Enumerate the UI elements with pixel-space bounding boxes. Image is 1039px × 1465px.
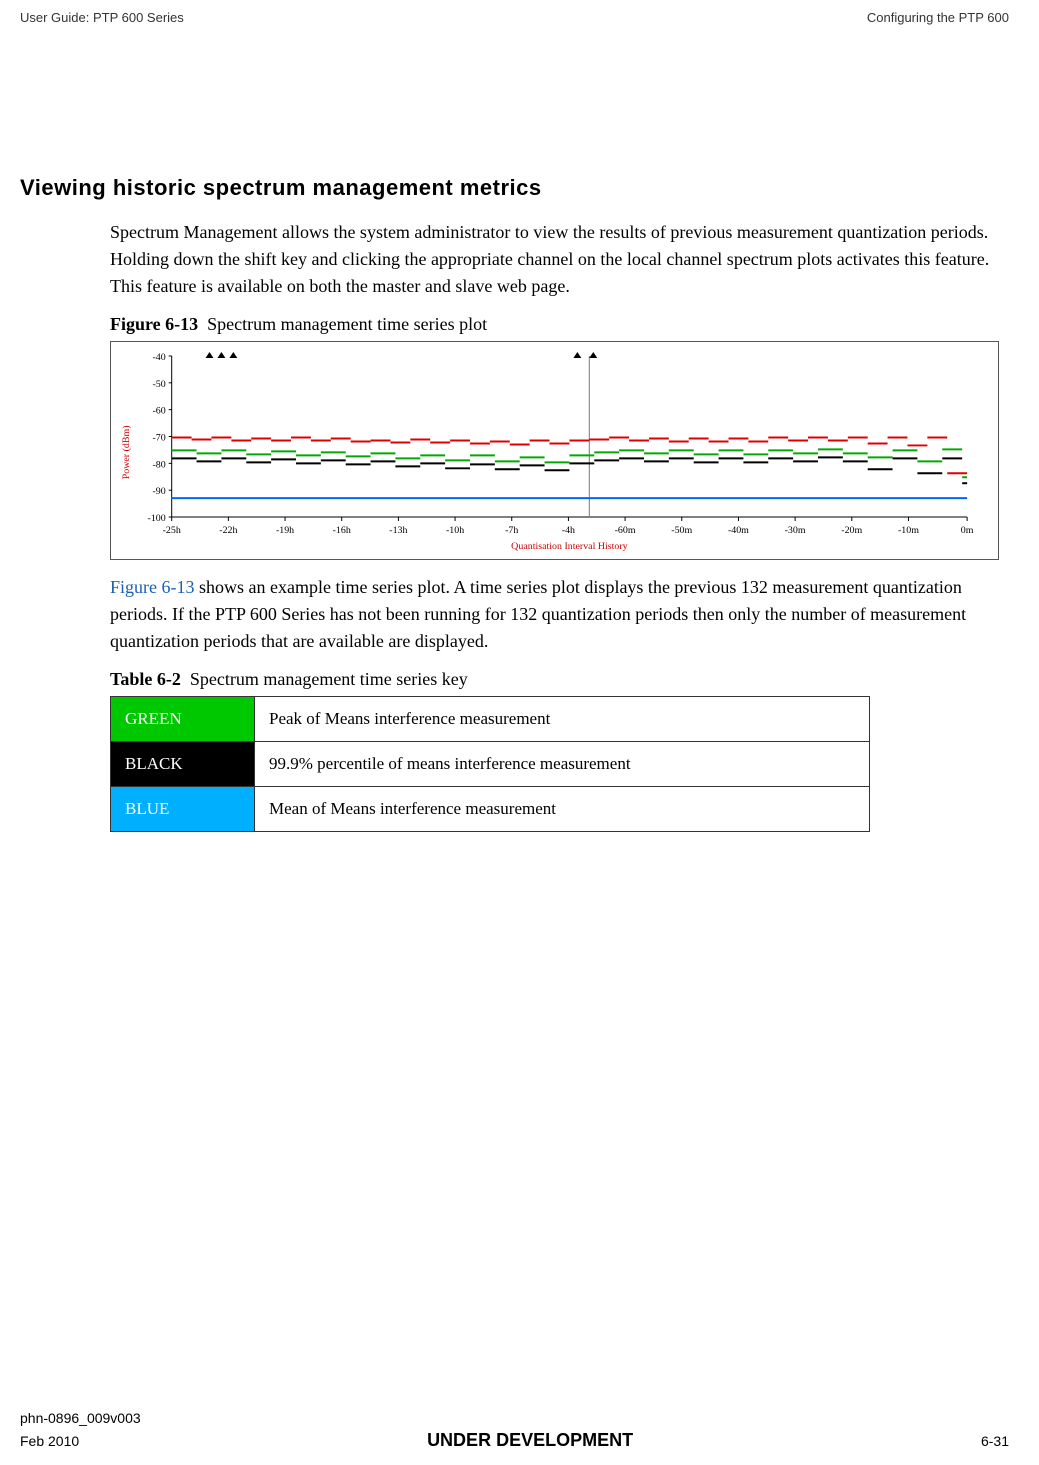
header-right: Configuring the PTP 600 [867,10,1009,25]
svg-text:-30m: -30m [785,525,806,536]
svg-text:-25h: -25h [163,525,181,536]
table-row: BLACK 99.9% percentile of means interfer… [111,741,870,786]
svg-text:-10h: -10h [446,525,464,536]
svg-text:-19h: -19h [276,525,294,536]
svg-text:-16h: -16h [333,525,351,536]
svg-text:-50: -50 [152,379,165,390]
footer-status: UNDER DEVELOPMENT [79,1430,981,1451]
chart-ylabel: Power (dBm) [121,425,132,479]
svg-text:-20m: -20m [841,525,862,536]
footer-doc-id: phn-0896_009v003 [20,1410,1009,1426]
time-series-chart: Power (dBm) -40 -50 -60 -70 -80 -90 -100 [117,348,992,557]
svg-text:-90: -90 [152,486,165,497]
svg-text:-80: -80 [152,459,165,470]
para-after-figure: Figure 6-13 shows an example time series… [110,574,999,655]
svg-text:-7h: -7h [505,525,518,536]
para-after-figure-text: shows an example time series plot. A tim… [110,577,966,651]
key-color-cell: BLACK [111,741,255,786]
svg-text:0m: 0m [961,525,974,536]
svg-text:-22h: -22h [219,525,237,536]
table-caption-text: Spectrum management time series key [190,669,468,689]
table-caption: Table 6-2 Spectrum management time serie… [110,669,999,690]
footer-page-number: 6-31 [981,1433,1009,1449]
section-heading: Viewing historic spectrum management met… [20,175,1009,201]
footer-date: Feb 2010 [20,1433,79,1449]
key-table: GREEN Peak of Means interference measure… [110,696,870,832]
figure-caption-text: Spectrum management time series plot [207,314,487,334]
svg-text:-13h: -13h [389,525,407,536]
svg-text:-4h: -4h [562,525,575,536]
figure-label: Figure 6-13 [110,314,198,334]
table-row: GREEN Peak of Means interference measure… [111,696,870,741]
svg-text:-100: -100 [148,513,166,524]
table-row: BLUE Mean of Means interference measurem… [111,786,870,831]
key-desc-cell: 99.9% percentile of means interference m… [255,741,870,786]
header-left: User Guide: PTP 600 Series [20,10,184,25]
svg-text:-10m: -10m [898,525,919,536]
svg-text:-50m: -50m [671,525,692,536]
svg-text:-60: -60 [152,406,165,417]
key-color-cell: BLUE [111,786,255,831]
table-label: Table 6-2 [110,669,181,689]
intro-paragraph: Spectrum Management allows the system ad… [110,219,999,300]
chart-xlabel: Quantisation Interval History [511,541,627,552]
figure-caption: Figure 6-13 Spectrum management time ser… [110,314,999,335]
figure-reference-link[interactable]: Figure 6-13 [110,577,195,597]
key-desc-cell: Peak of Means interference measurement [255,696,870,741]
figure-container: Power (dBm) -40 -50 -60 -70 -80 -90 -100 [110,341,999,560]
svg-text:-40: -40 [152,352,165,363]
svg-text:-60m: -60m [615,525,636,536]
svg-text:-70: -70 [152,432,165,443]
key-desc-cell: Mean of Means interference measurement [255,786,870,831]
page-footer: phn-0896_009v003 Feb 2010 UNDER DEVELOPM… [20,1410,1009,1451]
svg-text:-40m: -40m [728,525,749,536]
key-color-cell: GREEN [111,696,255,741]
